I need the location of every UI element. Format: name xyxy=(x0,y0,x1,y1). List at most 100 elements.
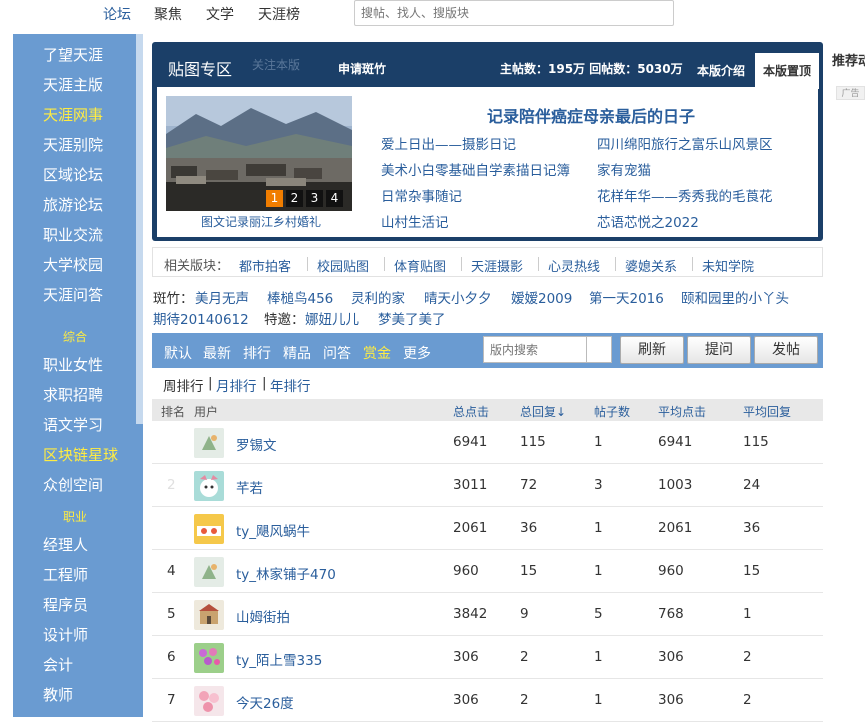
nav-forum[interactable]: 论坛 xyxy=(103,4,131,24)
moderator-link[interactable]: 期待20140612 xyxy=(153,308,249,328)
col-avg-replies[interactable]: 平均回复 xyxy=(743,403,791,420)
sidebar-item[interactable]: 职业交流 xyxy=(43,224,103,245)
moderator-link[interactable]: 嫒嫒2009 xyxy=(511,287,572,307)
sidebar-item[interactable]: 程序员 xyxy=(43,594,88,615)
tab-more[interactable]: 更多 xyxy=(403,343,431,363)
nav-tianya-rank[interactable]: 天涯榜 xyxy=(258,4,300,24)
sidebar-item[interactable]: 职业女性 xyxy=(43,354,103,375)
sidebar-scrollbar[interactable] xyxy=(136,34,143,424)
sidebar-item[interactable]: 工程师 xyxy=(43,564,88,585)
rank-cell: 5 xyxy=(167,606,176,622)
tab-default[interactable]: 默认 xyxy=(164,343,192,363)
banner-link[interactable]: 爱上日出——摄影日记 xyxy=(381,133,516,153)
sidebar-item[interactable]: 众创空间 xyxy=(43,474,103,495)
refresh-button[interactable]: 刷新 xyxy=(620,336,684,364)
featured-headline[interactable]: 记录陪伴癌症母亲最后的日子 xyxy=(487,103,695,127)
sidebar-item[interactable]: 教师 xyxy=(43,684,73,705)
user-link[interactable]: ty_林家铺子470 xyxy=(236,563,336,583)
col-total-replies[interactable]: 总回复↓ xyxy=(520,403,566,420)
moderator-link[interactable]: 第一天2016 xyxy=(589,287,664,307)
avatar[interactable] xyxy=(194,428,224,458)
board-search-submit[interactable] xyxy=(586,336,612,363)
related-board-link[interactable]: 都市拍客 xyxy=(239,256,291,275)
sidebar-item[interactable]: 经理人 xyxy=(43,534,88,555)
avg-clicks-cell: 1003 xyxy=(658,477,693,493)
new-post-button[interactable]: 发帖 xyxy=(754,336,818,364)
ask-button[interactable]: 提问 xyxy=(687,336,751,364)
related-board-link[interactable]: 体育贴图 xyxy=(394,256,446,275)
banner-link[interactable]: 日常杂事随记 xyxy=(381,185,462,205)
tab-monthly-rank[interactable]: 月排行 xyxy=(216,375,257,395)
moderator-link[interactable]: 灵利的家 xyxy=(351,287,405,307)
carousel-page-4[interactable]: 4 xyxy=(326,190,343,207)
sidebar-item[interactable]: 天涯主版 xyxy=(43,74,103,95)
sidebar-item[interactable]: 天涯问答 xyxy=(43,284,103,305)
board-intro-tab[interactable]: 本版介绍 xyxy=(697,62,745,79)
sidebar-item[interactable]: 区域论坛 xyxy=(43,164,103,185)
photo-caption[interactable]: 图文记录丽江乡村婚礼 xyxy=(201,213,321,230)
carousel-page-3[interactable]: 3 xyxy=(306,190,323,207)
banner-link[interactable]: 四川绵阳旅行之富乐山风景区 xyxy=(597,133,773,153)
sidebar-item[interactable]: 语文学习 xyxy=(43,414,103,435)
sidebar-item[interactable]: 了望天涯 xyxy=(43,44,103,65)
sidebar-item[interactable]: 求职招聘 xyxy=(43,384,103,405)
banner-link[interactable]: 芯语芯悦之2022 xyxy=(597,211,699,231)
sidebar-item-highlight[interactable]: 区块链星球 xyxy=(43,444,118,465)
related-label: 相关版块： xyxy=(164,259,230,274)
tab-latest[interactable]: 最新 xyxy=(203,343,231,363)
avatar[interactable] xyxy=(194,557,224,587)
sidebar-item[interactable]: 会计 xyxy=(43,654,73,675)
avatar[interactable] xyxy=(194,600,224,630)
carousel-page-2[interactable]: 2 xyxy=(286,190,303,207)
tab-bounty[interactable]: 赏金 xyxy=(363,343,391,363)
col-posts[interactable]: 帖子数 xyxy=(594,403,630,420)
tab-weekly-rank[interactable]: 周排行 xyxy=(163,375,204,395)
follow-board-button[interactable]: 关注本版 xyxy=(252,56,300,73)
col-total-clicks[interactable]: 总点击 xyxy=(453,403,489,420)
tab-qa[interactable]: 问答 xyxy=(323,343,351,363)
related-board-link[interactable]: 心灵热线 xyxy=(548,256,600,275)
sidebar-item[interactable]: 大学校园 xyxy=(43,254,103,275)
related-board-link[interactable]: 天涯摄影 xyxy=(471,256,523,275)
col-avg-clicks[interactable]: 平均点击 xyxy=(658,403,706,420)
related-board-link[interactable]: 婆媳关系 xyxy=(625,256,677,275)
nav-literature[interactable]: 文学 xyxy=(206,4,234,24)
avatar[interactable] xyxy=(194,514,224,544)
related-board-link[interactable]: 校园贴图 xyxy=(317,256,369,275)
user-link[interactable]: 芊若 xyxy=(236,477,263,497)
nav-focus[interactable]: 聚焦 xyxy=(154,4,182,24)
tab-featured[interactable]: 精品 xyxy=(283,343,311,363)
moderator-link[interactable]: 颐和园里的小丫头 xyxy=(681,287,789,307)
user-link[interactable]: ty_飓风蜗牛 xyxy=(236,520,310,540)
sidebar-item[interactable]: 设计师 xyxy=(43,624,88,645)
banner-link[interactable]: 美术小白零基础自学素描日记簿 xyxy=(381,159,570,179)
banner-link[interactable]: 花样年华——秀秀我的毛莨花 xyxy=(597,185,773,205)
tab-yearly-rank[interactable]: 年排行 xyxy=(270,375,311,395)
sidebar-item[interactable]: 旅游论坛 xyxy=(43,194,103,215)
moderator-link[interactable]: 棒槌鸟456 xyxy=(267,287,333,307)
carousel-page-1[interactable]: 1 xyxy=(266,190,283,207)
banner-link[interactable]: 山村生活记 xyxy=(381,211,449,231)
moderator-link[interactable]: 美月无声 xyxy=(195,287,249,307)
featured-photo[interactable]: 1 2 3 4 xyxy=(166,96,352,211)
avatar[interactable] xyxy=(194,471,224,501)
user-link[interactable]: 罗锡文 xyxy=(236,434,277,454)
avatar[interactable] xyxy=(194,686,224,716)
guest-link[interactable]: 娜妞儿儿 xyxy=(305,308,359,328)
sidebar-item[interactable]: 天涯别院 xyxy=(43,134,103,155)
avatar-image xyxy=(194,643,224,673)
banner-link[interactable]: 家有宠猫 xyxy=(597,159,651,179)
user-link[interactable]: 今天26度 xyxy=(236,692,294,712)
board-pinned-tab[interactable]: 本版置顶 xyxy=(755,53,819,89)
related-board-link[interactable]: 未知学院 xyxy=(702,256,754,275)
tab-ranking[interactable]: 排行 xyxy=(243,343,271,363)
guest-link[interactable]: 梦美了美了 xyxy=(378,308,446,328)
sidebar-item-active[interactable]: 天涯网事 xyxy=(43,104,103,125)
clicks-cell: 306 xyxy=(453,649,479,665)
user-link[interactable]: ty_陌上雪335 xyxy=(236,649,322,669)
moderator-link[interactable]: 晴天小夕夕 xyxy=(424,287,492,307)
avatar[interactable] xyxy=(194,643,224,673)
global-search-input[interactable] xyxy=(354,0,674,26)
user-link[interactable]: 山姆街拍 xyxy=(236,606,290,626)
apply-moderator-link[interactable]: 申请斑竹 xyxy=(338,60,386,77)
